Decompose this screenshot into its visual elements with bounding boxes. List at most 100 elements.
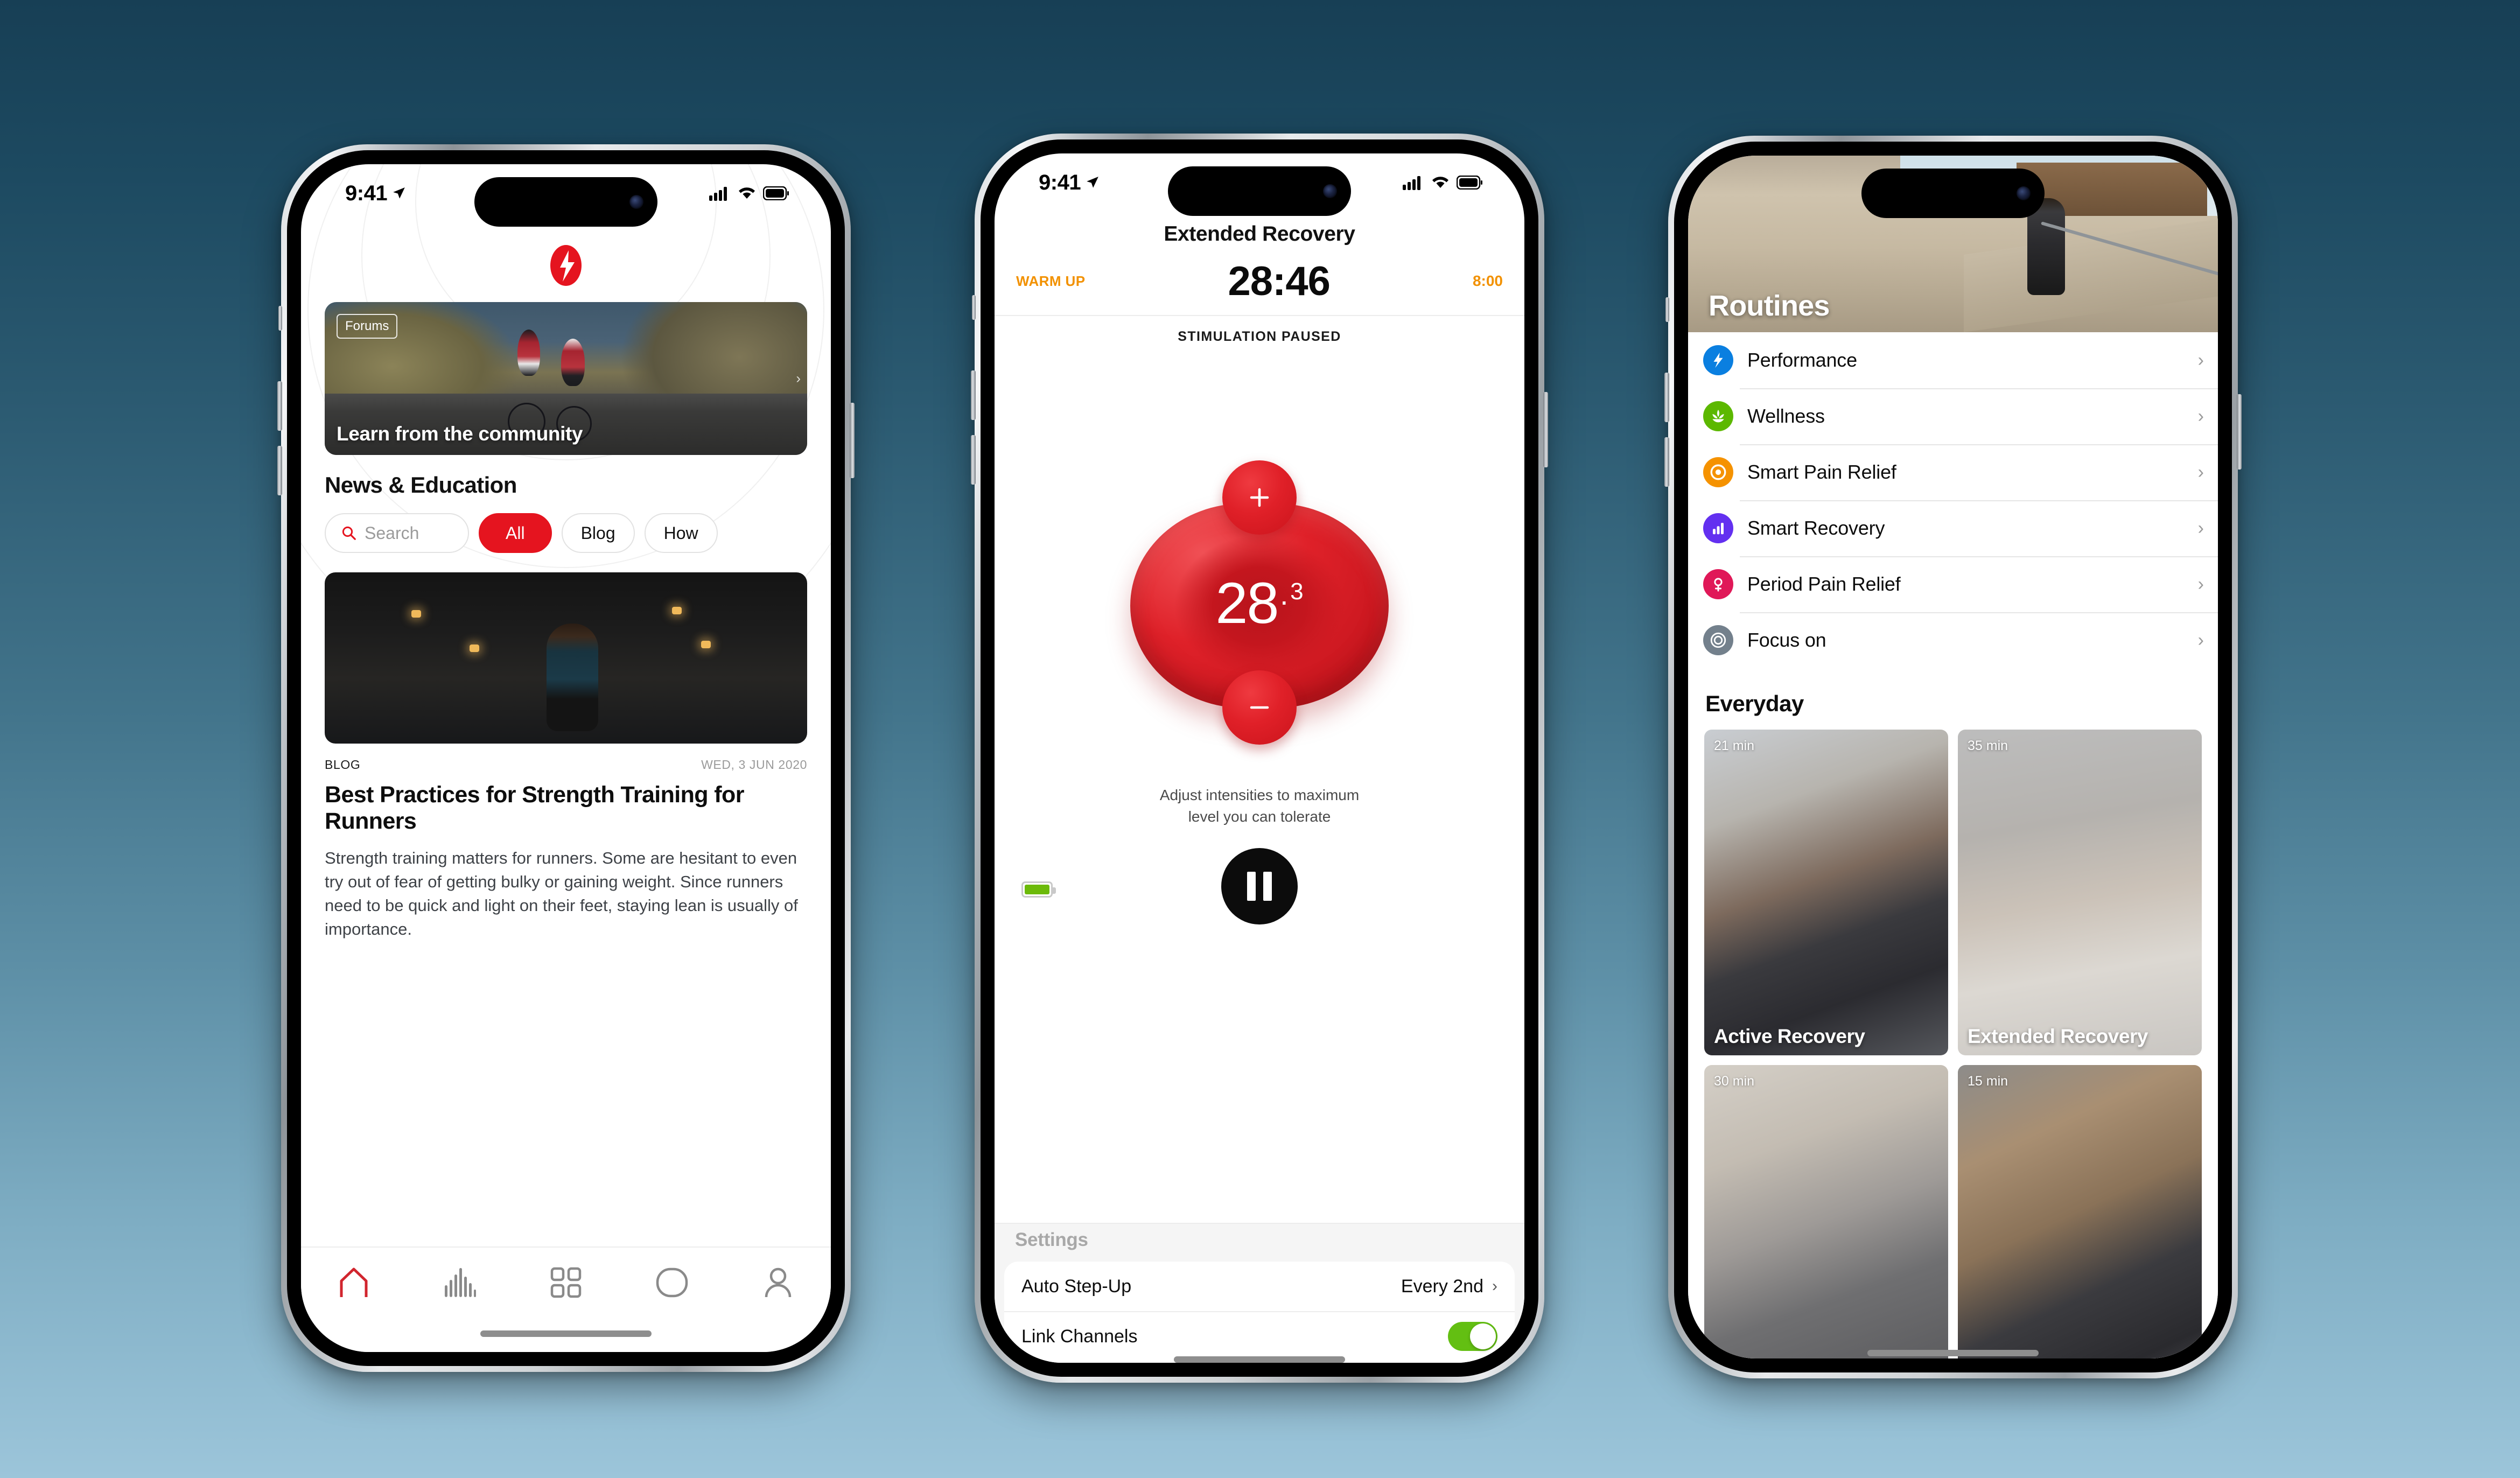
phone-1-news-screen: 9:41 Forums Learn from the community › N… <box>277 144 855 1372</box>
page-title-routines: Routines <box>1709 290 1830 322</box>
intensity-decimal: 3 <box>1290 578 1304 605</box>
mute-switch[interactable] <box>1665 297 1669 322</box>
article-body: Strength training matters for runners. S… <box>325 849 798 939</box>
setting-row-auto-step-up[interactable]: Auto Step-Up Every 2nd › <box>1004 1262 1515 1311</box>
tab-stats[interactable] <box>407 1267 513 1298</box>
location-arrow-icon <box>1087 177 1098 188</box>
phone-2-screen: 9:41 Extended Recovery WARM UP 28:46 8:0… <box>995 153 1524 1363</box>
routines-list: Performance › Wellness › Smart Pain Reli… <box>1688 332 2218 668</box>
runner-figure <box>547 624 599 732</box>
intensity-increase-button[interactable] <box>1222 460 1297 535</box>
forums-hero-card[interactable]: Forums Learn from the community › <box>325 302 807 455</box>
everyday-card-light-recovery[interactable]: 30 min Light Recovery <box>1704 1065 1948 1358</box>
tab-home[interactable] <box>301 1267 407 1298</box>
intensity-decrease-button[interactable] <box>1222 670 1297 745</box>
stimulation-status: STIMULATION PAUSED <box>1178 329 1341 344</box>
search-placeholder: Search <box>365 523 419 543</box>
volume-down-button[interactable] <box>1664 437 1669 487</box>
settings-heading: Settings <box>1015 1229 1088 1250</box>
routine-item-smart-recovery[interactable]: Smart Recovery › <box>1688 500 2218 556</box>
volume-up-button[interactable] <box>1664 373 1669 422</box>
routine-item-period-pain-relief[interactable]: Period Pain Relief › <box>1688 556 2218 612</box>
card-duration: 21 min <box>1714 738 1755 753</box>
power-button[interactable] <box>850 403 855 478</box>
status-indicators <box>709 186 789 201</box>
filter-chip-howto[interactable]: How <box>644 513 718 553</box>
volume-up-button[interactable] <box>277 381 282 431</box>
cellular-signal-icon <box>709 187 727 201</box>
session-phase-label: WARM UP <box>1016 272 1086 289</box>
card-title: Active Recovery <box>1714 1025 1865 1048</box>
pause-button[interactable] <box>1221 848 1298 924</box>
phone-bezel: 9:41 <box>287 150 845 1366</box>
chevron-right-icon: › <box>2197 573 2204 594</box>
battery-icon <box>763 186 789 200</box>
routine-item-performance[interactable]: Performance › <box>1688 332 2218 388</box>
filter-chip-row: Search All Blog How <box>325 513 831 553</box>
tab-programs[interactable] <box>513 1267 619 1298</box>
routine-item-focus-on[interactable]: Focus on › <box>1688 612 2218 668</box>
home-indicator[interactable] <box>480 1330 652 1337</box>
article-card[interactable]: BLOG WED, 3 JUN 2020 Best Practices for … <box>325 572 807 941</box>
wifi-icon <box>739 187 755 199</box>
volume-down-button[interactable] <box>971 435 976 485</box>
setting-value-group: Every 2nd › <box>1401 1276 1497 1297</box>
phone-3-screen: Routines Performance › Wellness › Smart … <box>1688 156 2218 1358</box>
power-button[interactable] <box>1543 392 1548 467</box>
article-tag: BLOG <box>325 758 361 772</box>
front-camera-icon <box>629 195 643 209</box>
intensity-control: 28·3 <box>1125 455 1394 756</box>
bar-chart-icon <box>1703 513 1733 543</box>
everyday-card-extended-recovery[interactable]: 35 min Extended Recovery <box>1958 730 2202 1055</box>
phone-2-session-screen: 9:41 Extended Recovery WARM UP 28:46 8:0… <box>971 134 1548 1383</box>
battery-fill <box>1025 885 1049 894</box>
setting-row-link-channels[interactable]: Link Channels <box>1004 1311 1515 1361</box>
everyday-card-massage[interactable]: 15 min Massage <box>1958 1065 2202 1358</box>
volume-up-button[interactable] <box>971 370 976 420</box>
battery-icon <box>1457 176 1482 190</box>
everyday-card-active-recovery[interactable]: 21 min Active Recovery <box>1704 730 1948 1055</box>
settings-card: Auto Step-Up Every 2nd › Link Channels <box>1004 1262 1515 1363</box>
routine-item-smart-pain-relief[interactable]: Smart Pain Relief › <box>1688 444 2218 500</box>
tab-profile[interactable] <box>725 1267 831 1298</box>
everyday-card-grid: 21 min Active Recovery 35 min Extended R… <box>1704 730 2202 1358</box>
location-arrow-icon <box>393 187 405 199</box>
status-time-text: 9:41 <box>1039 170 1081 194</box>
lightning-bolt-icon <box>1703 345 1733 375</box>
home-indicator[interactable] <box>1867 1350 2039 1356</box>
intensity-hint: Adjust intensities to maximum level you … <box>995 784 1524 828</box>
home-indicator[interactable] <box>1174 1356 1345 1363</box>
routine-item-wellness[interactable]: Wellness › <box>1688 388 2218 444</box>
setting-value: Every 2nd <box>1401 1276 1483 1297</box>
filter-chip-blog[interactable]: Blog <box>561 513 635 553</box>
chevron-right-icon: › <box>2197 629 2204 650</box>
pause-icon-bar <box>1247 872 1256 901</box>
phone-bezel: Routines Performance › Wellness › Smart … <box>1674 142 2232 1372</box>
session-title: Extended Recovery <box>1164 222 1355 246</box>
routine-label: Smart Recovery <box>1747 517 1885 539</box>
article-title: Best Practices for Strength Training for… <box>325 782 744 835</box>
tab-device[interactable] <box>619 1267 725 1298</box>
toggle-knob <box>1470 1323 1496 1349</box>
routine-label: Wellness <box>1747 405 1825 427</box>
link-channels-toggle[interactable] <box>1448 1322 1497 1351</box>
filter-chip-all[interactable]: All <box>479 513 552 553</box>
volume-down-button[interactable] <box>277 446 282 495</box>
mute-switch[interactable] <box>278 306 282 331</box>
chevron-right-icon: › <box>2197 405 2204 426</box>
mute-switch[interactable] <box>972 295 976 320</box>
venus-symbol-icon <box>1703 569 1733 599</box>
cellular-signal-icon <box>1403 176 1420 190</box>
front-camera-icon <box>2017 186 2031 200</box>
search-input[interactable]: Search <box>325 513 469 553</box>
setting-label: Link Channels <box>1021 1326 1138 1347</box>
chevron-right-icon: › <box>1492 1277 1497 1295</box>
routine-label: Performance <box>1747 349 1857 371</box>
target-rings-icon <box>1703 457 1733 487</box>
session-timer-row: WARM UP 28:46 8:00 <box>995 255 1524 307</box>
intensity-separator: · <box>1279 584 1290 618</box>
device-icon <box>656 1267 688 1298</box>
hero-title: Learn from the community <box>337 423 583 445</box>
cyclist-1 <box>517 330 541 376</box>
power-button[interactable] <box>2237 394 2242 470</box>
